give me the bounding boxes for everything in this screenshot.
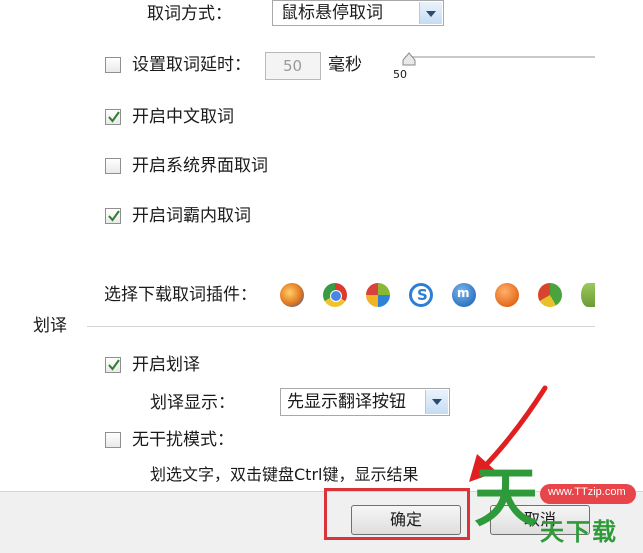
ok-button[interactable]: 确定 <box>351 505 461 535</box>
delay-input-value: 50 <box>283 57 303 75</box>
chinese-lookup-checkbox[interactable] <box>105 109 121 125</box>
ie-icon[interactable] <box>366 283 390 307</box>
nodisturb-label: 无干扰模式： <box>132 430 234 450</box>
slider-value-label: 50 <box>393 68 407 81</box>
chrome-icon[interactable] <box>323 283 347 307</box>
translate-section-title: 划译 <box>33 316 67 336</box>
lookup-mode-value: 鼠标悬停取词 <box>281 3 383 23</box>
maxthon-icon[interactable]: m <box>452 283 476 307</box>
inner-lookup-label: 开启词霸内取词 <box>132 206 251 226</box>
sysui-lookup-label: 开启系统界面取词 <box>132 156 268 176</box>
chevron-down-icon[interactable] <box>425 390 448 414</box>
delay-slider-track[interactable] <box>405 56 595 58</box>
watermark-big-char: 天 <box>474 462 538 536</box>
check-icon <box>108 111 120 123</box>
delay-input[interactable]: 50 <box>265 52 321 80</box>
tt-icon[interactable] <box>495 283 519 307</box>
inner-lookup-checkbox[interactable] <box>105 208 121 224</box>
watermark: 天 www.TTzip.com 天下载 <box>474 464 642 548</box>
delay-label: 设置取词延时： <box>132 55 251 75</box>
check-icon <box>108 210 120 222</box>
chevron-down-icon[interactable] <box>419 2 442 24</box>
translate-display-value: 先显示翻译按钮 <box>287 392 406 412</box>
lookup-mode-select[interactable]: 鼠标悬停取词 <box>272 0 444 26</box>
lookup-mode-label: 取词方式： <box>147 4 232 24</box>
watermark-text: 天下载 <box>540 518 618 546</box>
nodisturb-checkbox[interactable] <box>105 432 121 448</box>
firefox-icon[interactable] <box>280 283 304 307</box>
watermark-site-pill: www.TTzip.com <box>540 484 636 504</box>
plugins-label: 选择下载取词插件： <box>104 285 257 305</box>
enable-translate-checkbox[interactable] <box>105 357 121 373</box>
delay-unit: 毫秒 <box>328 55 362 75</box>
360-icon[interactable] <box>538 283 562 307</box>
nodisturb-hint: 划选文字，双击键盘Ctrl键，显示结果 <box>150 465 419 484</box>
section-divider <box>87 326 595 327</box>
chinese-lookup-label: 开启中文取词 <box>132 107 234 127</box>
sysui-lookup-checkbox[interactable] <box>105 158 121 174</box>
watermark-site: www.TTzip.com <box>548 486 626 498</box>
slider-thumb[interactable] <box>402 52 416 66</box>
translate-display-label: 划译显示： <box>150 393 235 413</box>
delay-checkbox[interactable] <box>105 57 121 73</box>
enable-translate-label: 开启划译 <box>132 355 200 375</box>
check-icon <box>108 359 120 371</box>
sogou-icon[interactable]: S <box>409 283 433 307</box>
plugin-icon[interactable] <box>581 283 595 307</box>
translate-display-select[interactable]: 先显示翻译按钮 <box>280 388 450 416</box>
